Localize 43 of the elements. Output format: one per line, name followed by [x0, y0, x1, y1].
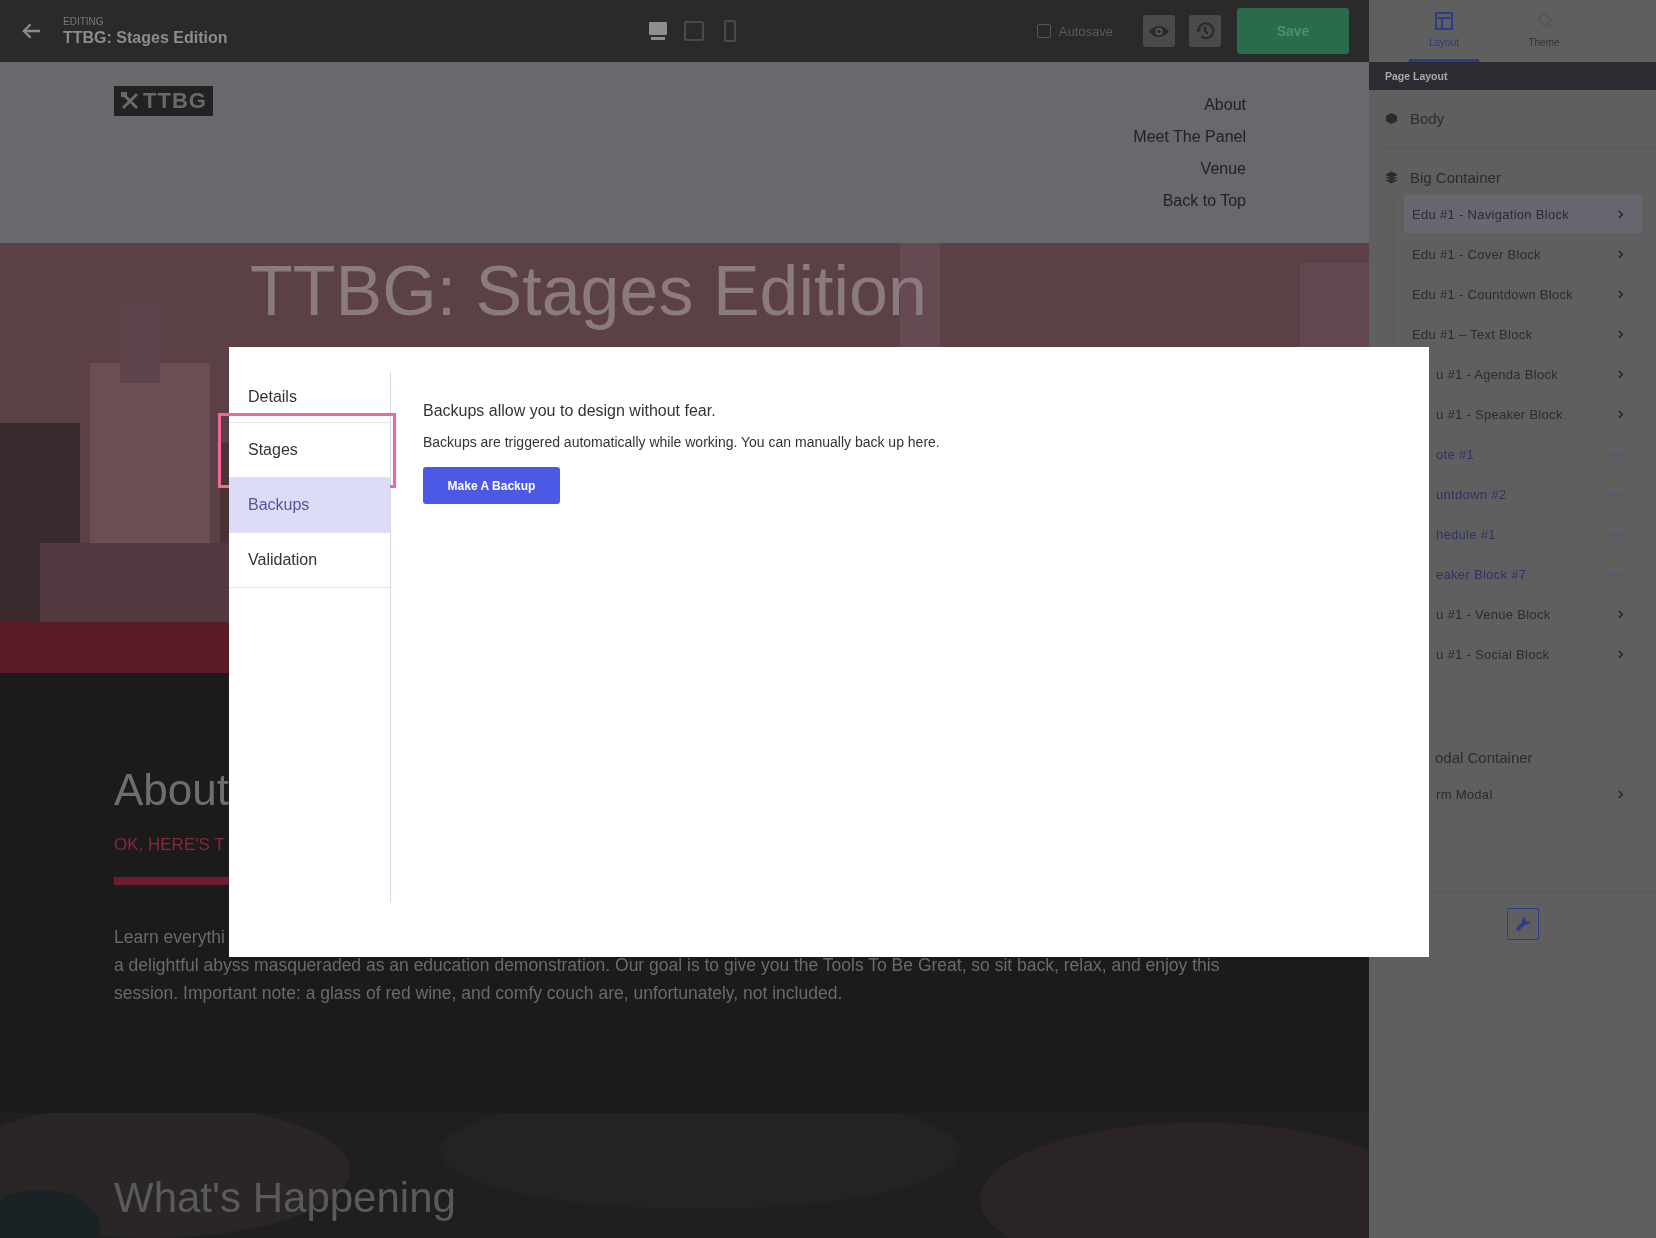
section-header: Page Layout [1369, 62, 1656, 90]
tablet-icon[interactable] [683, 20, 706, 42]
dialog-heading: Backups allow you to design without fear. [423, 402, 717, 420]
autosave-checkbox[interactable] [1036, 24, 1051, 38]
dialog-text: Backups are triggered automatically while working. You can manually back up here. [423, 434, 940, 450]
paragraph-line: a delightful abyss masqueraded as an education demonstration. Our goal is to give you the Tools To Be Great, so sit back, relax, and enjoy this [114, 954, 1221, 977]
eye-icon [1148, 23, 1170, 39]
backup-button[interactable]: Make A Backup [423, 467, 560, 504]
chevron-icon [1617, 409, 1624, 419]
layers-icon [1385, 170, 1398, 184]
section-heading: About [114, 765, 230, 815]
history-icon [1194, 20, 1216, 42]
chevron-icon [1617, 289, 1624, 299]
nav-link[interactable]: Meet The Panel [1133, 126, 1246, 147]
site-logo[interactable]: TTBG [114, 86, 213, 116]
chevron-icon [1617, 329, 1624, 339]
chevron-icon [1617, 789, 1624, 799]
paragraph-line: session. Important note: a glass of red wine, and comfy couch are, unfortunately, not included. [114, 982, 844, 1005]
nav-link[interactable]: Back to Top [1162, 190, 1246, 211]
chevron-icon [1617, 209, 1624, 219]
wrench-icon [1513, 915, 1532, 933]
nav-link[interactable]: About [1204, 94, 1246, 115]
layout-icon [1434, 11, 1454, 31]
back-arrow-icon[interactable] [22, 23, 41, 39]
dialog-tab[interactable]: Validation [229, 533, 390, 588]
editing-label: EDITING [63, 15, 105, 27]
hexagon-icon [1385, 111, 1398, 125]
chevron-icon [1617, 249, 1624, 259]
hero-title: TTBG: Stages Edition [250, 251, 927, 331]
history-button[interactable] [1189, 15, 1221, 47]
dialog-tab[interactable]: Backups [229, 478, 390, 533]
section-subheading: OK, HERE'S T [114, 835, 226, 855]
settings-button[interactable] [1506, 908, 1539, 940]
nav-link[interactable]: Venue [1200, 158, 1246, 179]
layout-item[interactable]: Edu #1 - Navigation Block [1404, 195, 1642, 233]
dialog-tab[interactable]: Details [229, 372, 390, 423]
paragraph-line: Learn everythi [114, 926, 226, 949]
chevron-icon [1617, 649, 1624, 659]
preview-button[interactable] [1143, 15, 1175, 47]
page-title: TTBG: Stages Edition [63, 28, 228, 47]
desktop-icon[interactable] [647, 20, 670, 42]
chevron-icon [1617, 369, 1624, 379]
chevron-icon [1617, 609, 1624, 619]
